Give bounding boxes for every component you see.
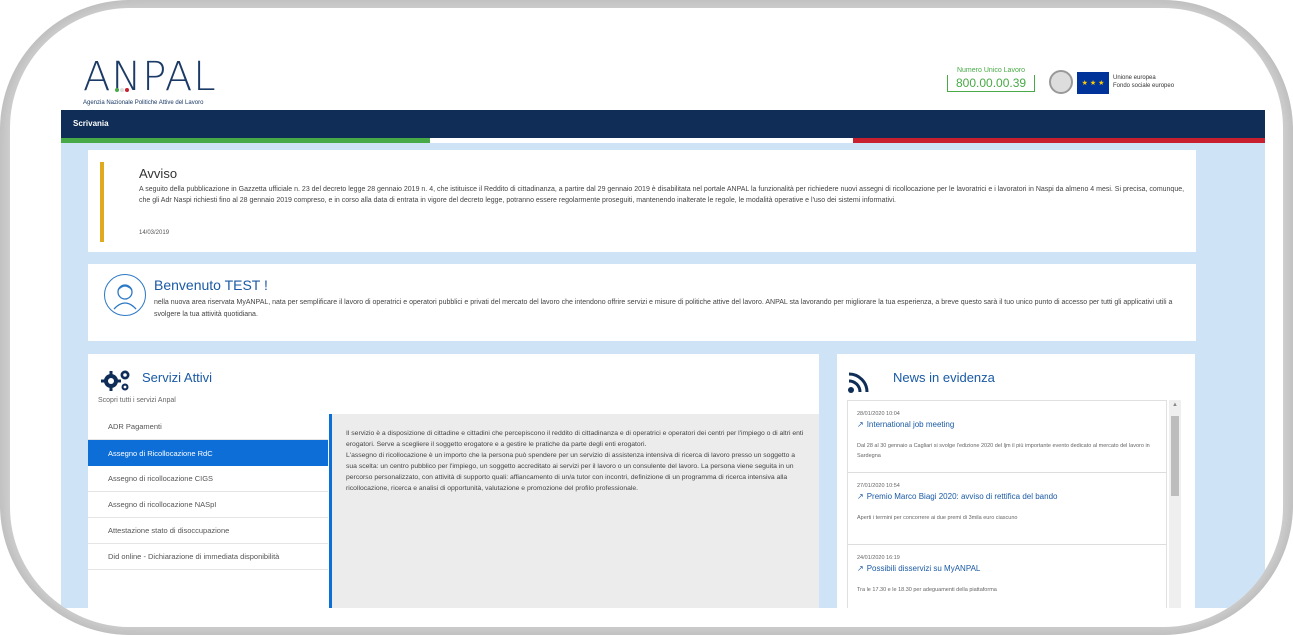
- avviso-body: A seguito della pubblicazione in Gazzett…: [139, 186, 1185, 204]
- menu-item-attestazione[interactable]: Attestazione stato di disoccupazione: [88, 518, 328, 544]
- eu-label-line2: Fondo sociale europeo: [1113, 83, 1175, 89]
- news-date: 28/01/2020 10:04: [857, 411, 900, 417]
- avviso-title: Avviso: [139, 166, 178, 181]
- description-paragraph-1: Il servizio è a disposizione di cittadin…: [346, 430, 804, 448]
- eu-label: Unione europea Fondo sociale europeo: [1113, 74, 1174, 90]
- menu-item-assegno-rdc[interactable]: Assegno di Ricollocazione RdC: [88, 440, 328, 466]
- description-paragraph-2: L'assegno di ricollocazione è un importo…: [346, 452, 796, 492]
- welcome-title: Benvenuto TEST !: [154, 277, 268, 293]
- news-title: News in evidenza: [893, 370, 995, 385]
- scroll-up-arrow-icon[interactable]: ▲: [1169, 402, 1181, 408]
- gears-icon: [101, 370, 130, 391]
- phone-label: Numero Unico Lavoro: [956, 67, 1026, 74]
- logo-wordmark: ANPAL: [83, 54, 217, 100]
- tricolor-white: [430, 138, 853, 143]
- news-date: 24/01/2020 16:19: [857, 555, 900, 561]
- news-headline-link[interactable]: ↗ Possibili disservizi su MyANPAL: [857, 564, 1157, 573]
- news-headline-link[interactable]: ↗ Premio Marco Biagi 2020: avviso di ret…: [857, 492, 1157, 501]
- main-navbar: Scrivania: [61, 110, 1265, 138]
- italian-republic-emblem-icon: [1049, 70, 1073, 94]
- news-headline-text: Possibili disservizi su MyANPAL: [866, 564, 981, 573]
- menu-item-did-online[interactable]: Did online - Dichiarazione di immediata …: [88, 544, 328, 570]
- avviso-accent-bar: [100, 162, 104, 242]
- news-item: 24/01/2020 16:19 ↗ Possibili disservizi …: [848, 545, 1166, 608]
- news-panel: News in evidenza 28/01/2020 10:04 ↗ Inte…: [837, 354, 1195, 608]
- news-summary: Dal 28 al 30 gennaio a Cagliari si svolg…: [857, 443, 1150, 459]
- site-header: ANPAL Agenzia Nazionale Politiche Attive…: [61, 50, 1265, 110]
- logo-subtitle: Agenzia Nazionale Politiche Attive del L…: [83, 100, 204, 106]
- news-item: 28/01/2020 10:04 ↗ International job mee…: [848, 401, 1166, 473]
- browser-viewport: ANPAL Agenzia Nazionale Politiche Attive…: [61, 50, 1265, 608]
- news-summary: Aperti i termini per concorrere ai due p…: [857, 515, 1018, 521]
- servizi-title: Servizi Attivi: [142, 370, 213, 385]
- menu-item-adr-pagamenti[interactable]: ADR Pagamenti: [88, 414, 328, 440]
- nav-scrivania[interactable]: Scrivania: [73, 119, 109, 128]
- news-scrollbar[interactable]: ▲: [1169, 400, 1181, 608]
- user-avatar-icon: [104, 274, 146, 316]
- external-link-icon: ↗: [857, 564, 864, 573]
- menu-item-assegno-naspi[interactable]: Assegno di ricollocazione NASpI: [88, 492, 328, 518]
- service-description: Il servizio è a disposizione di cittadin…: [329, 414, 819, 608]
- external-link-icon: ↗: [857, 420, 864, 429]
- menu-item-assegno-cigs[interactable]: Assegno di ricollocazione CIGS: [88, 466, 328, 492]
- phone-number: 800.00.00.39: [947, 75, 1036, 92]
- servizi-subtitle-link[interactable]: Scopri tutti i servizi Anpal: [98, 397, 176, 404]
- news-headline-text: Premio Marco Biagi 2020: avviso di retti…: [866, 492, 1058, 501]
- device-frame: ANPAL Agenzia Nazionale Politiche Attive…: [0, 0, 1293, 635]
- eu-flag-icon: ★ ★ ★: [1077, 72, 1109, 94]
- avviso-panel: Avviso A seguito della pubblicazione in …: [88, 150, 1196, 252]
- servizi-panel: Servizi Attivi Scopri tutti i servizi An…: [88, 354, 819, 608]
- news-headline-text: International job meeting: [866, 420, 955, 429]
- device-bezel: ANPAL Agenzia Nazionale Politiche Attive…: [10, 8, 1283, 627]
- avviso-date: 14/03/2019: [139, 230, 170, 236]
- news-summary: Tra le 17.30 e le 18.30 per adeguamenti …: [857, 587, 997, 593]
- phone-box: Numero Unico Lavoro 800.00.00.39: [947, 67, 1036, 92]
- welcome-body: nella nuova area riservata MyANPAL, nata…: [154, 299, 1173, 318]
- logo-tricolor: [115, 88, 129, 92]
- anpal-logo[interactable]: ANPAL Agenzia Nazionale Politiche Attive…: [83, 54, 217, 106]
- news-item: 27/01/2020 10:54 ↗ Premio Marco Biagi 20…: [848, 473, 1166, 545]
- external-link-icon: ↗: [857, 492, 864, 501]
- tricolor-red: [853, 138, 1265, 143]
- scroll-thumb[interactable]: [1171, 416, 1179, 496]
- servizi-menu: ADR Pagamenti Assegno di Ricollocazione …: [88, 414, 328, 570]
- rss-icon: [848, 372, 869, 393]
- news-date: 27/01/2020 10:54: [857, 483, 900, 489]
- eu-label-line1: Unione europea: [1113, 75, 1156, 81]
- news-headline-link[interactable]: ↗ International job meeting: [857, 420, 1157, 429]
- news-list: 28/01/2020 10:04 ↗ International job mee…: [847, 400, 1167, 608]
- tricolor-green: [61, 138, 430, 143]
- welcome-panel: Benvenuto TEST ! nella nuova area riserv…: [88, 264, 1196, 341]
